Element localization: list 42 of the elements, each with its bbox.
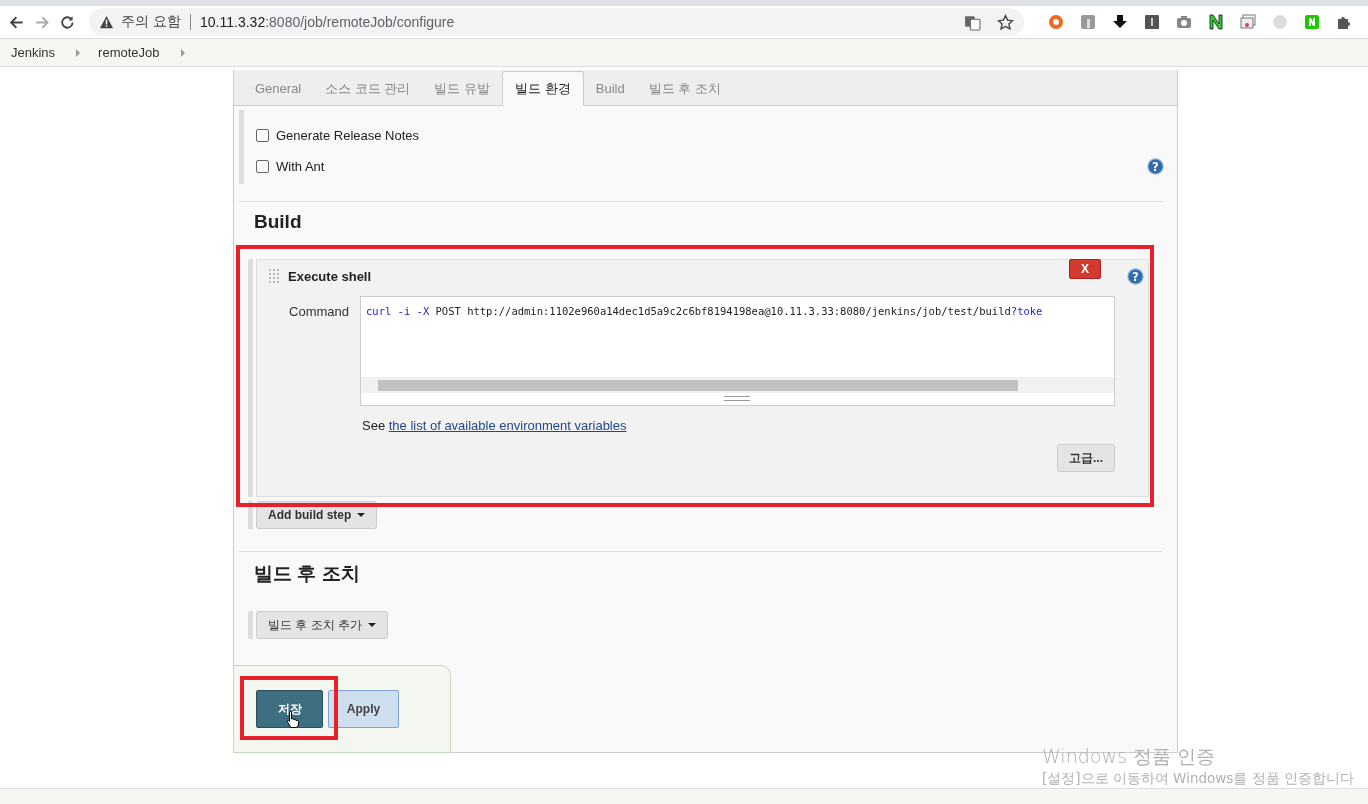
resize-handle[interactable] [724, 396, 750, 401]
address-bar[interactable]: 주의 요함 10.11.3.32:8080/job/remoteJob/configure [89, 8, 1024, 36]
letter-n-tile-icon[interactable] [1304, 14, 1320, 30]
warning-icon [99, 14, 115, 30]
step-title: Execute shell [288, 268, 372, 284]
activation-message: [설정]으로 이동하여 Windows를 정품 인증합니다 [1042, 769, 1354, 788]
delete-button[interactable]: X [1069, 259, 1101, 279]
breadcrumb-link[interactable]: Jenkins [11, 45, 56, 60]
breadcrumb-link[interactable]: remoteJob [98, 45, 160, 60]
checkbox[interactable] [256, 160, 269, 173]
url-text: 10.11.3.32:8080/job/remoteJob/configure [200, 14, 455, 30]
section-heading: 빌드 후 조치 [253, 562, 361, 586]
add-post-build-button[interactable]: 빌드 후 조치 추가 [256, 611, 388, 639]
letter-n-icon[interactable] [1208, 14, 1224, 30]
advanced-button[interactable]: 고급... [1057, 444, 1115, 472]
option-label: Generate Release Notes [276, 128, 420, 143]
cursor-box-icon[interactable] [1144, 14, 1160, 30]
apply-button[interactable]: Apply [328, 690, 399, 728]
command-label: Command [288, 304, 349, 319]
config-tab[interactable]: 빌드 환경 [502, 71, 584, 106]
activation-title: Windows 정품 인증 [1042, 745, 1216, 768]
chevron-icon[interactable] [75, 48, 82, 57]
security-label: 주의 요함 [121, 13, 182, 31]
help-icon[interactable]: ? [1147, 158, 1164, 175]
section-heading: Build [253, 210, 303, 234]
cast-window-icon[interactable] [1240, 14, 1256, 30]
help-text: See the list of available environment variables [362, 418, 627, 433]
save-button[interactable]: 저장 [256, 690, 323, 728]
lifebuoy-icon[interactable] [1048, 14, 1064, 30]
puzzle-icon[interactable] [1336, 14, 1352, 30]
star-icon[interactable] [997, 13, 1014, 31]
download-arrow-icon[interactable] [1112, 14, 1128, 30]
chevron-icon[interactable] [179, 48, 186, 57]
translate-icon[interactable] [964, 13, 981, 31]
horizontal-scrollbar[interactable] [361, 377, 1114, 393]
option-label: With Ant [276, 159, 325, 174]
help-icon[interactable]: ? [1127, 267, 1144, 285]
drag-handle-icon[interactable] [269, 269, 279, 283]
env-variables-link[interactable]: the list of available environment variables [388, 418, 627, 433]
reload-icon[interactable] [59, 13, 77, 31]
camera-icon[interactable] [1176, 14, 1192, 30]
checkbox[interactable] [256, 129, 269, 142]
